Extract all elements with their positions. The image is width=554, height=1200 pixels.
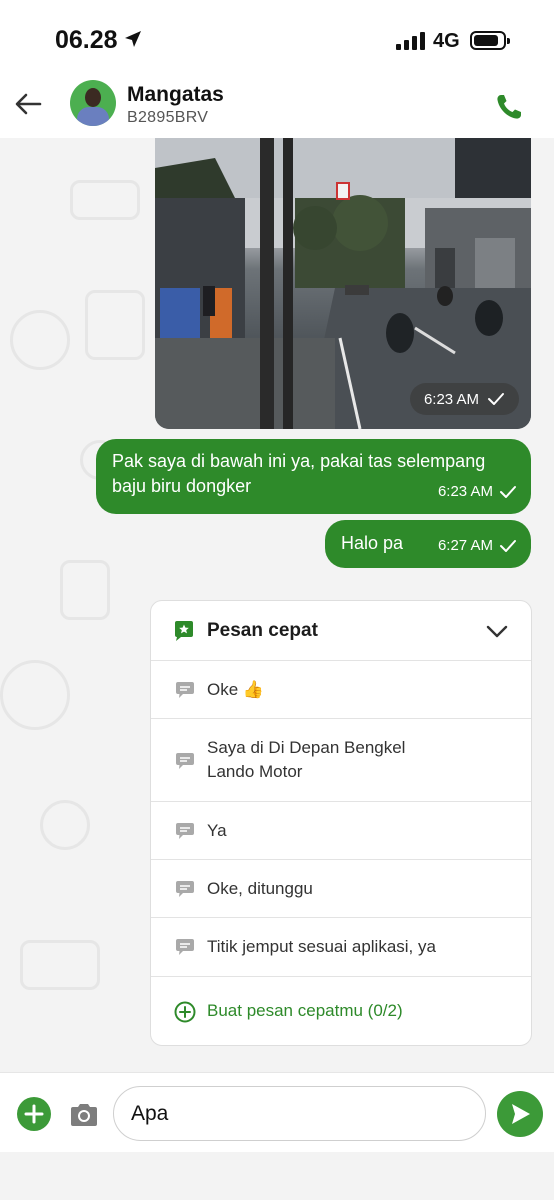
quick-reply-text: Oke, ditunggu — [207, 879, 313, 898]
quick-replies-panel: Pesan cepat Oke 👍 Saya di Di Depan Bengk… — [150, 600, 532, 1046]
message-text-line-1: Pak saya di bawah ini ya, pakai tas sele… — [112, 451, 486, 471]
back-arrow-icon[interactable] — [12, 90, 44, 118]
quick-reply-item[interactable]: Oke, ditunggu — [151, 860, 531, 918]
chat-bubble-icon — [176, 682, 194, 698]
message-time: 6:23 AM — [423, 390, 479, 408]
quick-reply-text: Ya — [207, 821, 227, 840]
outgoing-message[interactable]: Halo pa 6:27 AM — [325, 520, 531, 568]
network-type: 4G — [433, 30, 460, 52]
create-quick-reply-label: Buat pesan cepatmu (0/2) — [207, 1001, 403, 1020]
send-icon[interactable] — [497, 1091, 543, 1137]
chat-bubble-icon — [176, 823, 194, 839]
chat-header: Mangatas B2895BRV — [0, 70, 554, 138]
plus-icon[interactable] — [17, 1097, 51, 1131]
chat-bubble-icon — [176, 881, 194, 897]
quick-reply-text: Saya di Di Depan Bengkel Lando Motor — [207, 736, 405, 784]
plate-number: B2895BRV — [127, 109, 209, 126]
quick-reply-item[interactable]: Titik jemput sesuai aplikasi, ya — [151, 918, 531, 977]
quick-reply-item[interactable]: Ya — [151, 802, 531, 860]
quick-reply-text-line-2: Lando Motor — [207, 762, 303, 781]
composer-bar — [0, 1072, 554, 1152]
chat-bubble-icon — [176, 753, 194, 769]
contact-name: Mangatas — [127, 83, 224, 106]
message-meta: 6:23 AM — [438, 479, 517, 504]
quick-replies-header[interactable]: Pesan cepat — [151, 601, 531, 661]
avatar[interactable] — [70, 80, 116, 126]
camera-icon[interactable] — [68, 1101, 100, 1129]
check-icon — [500, 539, 516, 552]
status-bar: 06.28 4G — [0, 0, 554, 70]
create-quick-reply-button[interactable]: Buat pesan cepatmu (0/2) — [151, 977, 531, 1045]
message-text: Halo pa — [341, 533, 404, 553]
phone-icon[interactable] — [494, 92, 524, 122]
location-arrow-icon — [125, 31, 141, 47]
message-time: 6:27 AM — [437, 537, 493, 554]
chat-bubble-icon — [176, 939, 194, 955]
chevron-down-icon[interactable] — [485, 621, 509, 641]
home-indicator-area — [0, 1152, 554, 1200]
quick-reply-text-line-1: Saya di Di Depan Bengkel — [207, 738, 406, 757]
plus-circle-icon — [174, 1001, 196, 1023]
message-input[interactable] — [113, 1086, 486, 1141]
quick-reply-item[interactable]: Saya di Di Depan Bengkel Lando Motor — [151, 719, 531, 802]
quick-reply-text: Oke 👍 — [207, 680, 265, 699]
photo-message[interactable]: 6:23 AM — [155, 138, 531, 429]
check-icon — [488, 393, 504, 405]
message-meta: 6:23 AM — [409, 383, 519, 415]
quick-reply-text: Titik jemput sesuai aplikasi, ya — [207, 937, 436, 956]
battery-icon — [470, 31, 510, 50]
quick-reply-item[interactable]: Oke 👍 — [151, 661, 531, 719]
quick-replies-title: Pesan cepat — [207, 620, 318, 641]
message-time: 6:23 AM — [437, 483, 493, 500]
outgoing-message[interactable]: Pak saya di bawah ini ya, pakai tas sele… — [96, 439, 531, 514]
signal-strength-icon — [396, 32, 425, 50]
check-icon — [500, 485, 516, 498]
status-time: 06.28 — [55, 26, 118, 54]
star-chat-icon — [175, 621, 193, 641]
message-meta: 6:27 AM — [438, 533, 517, 558]
